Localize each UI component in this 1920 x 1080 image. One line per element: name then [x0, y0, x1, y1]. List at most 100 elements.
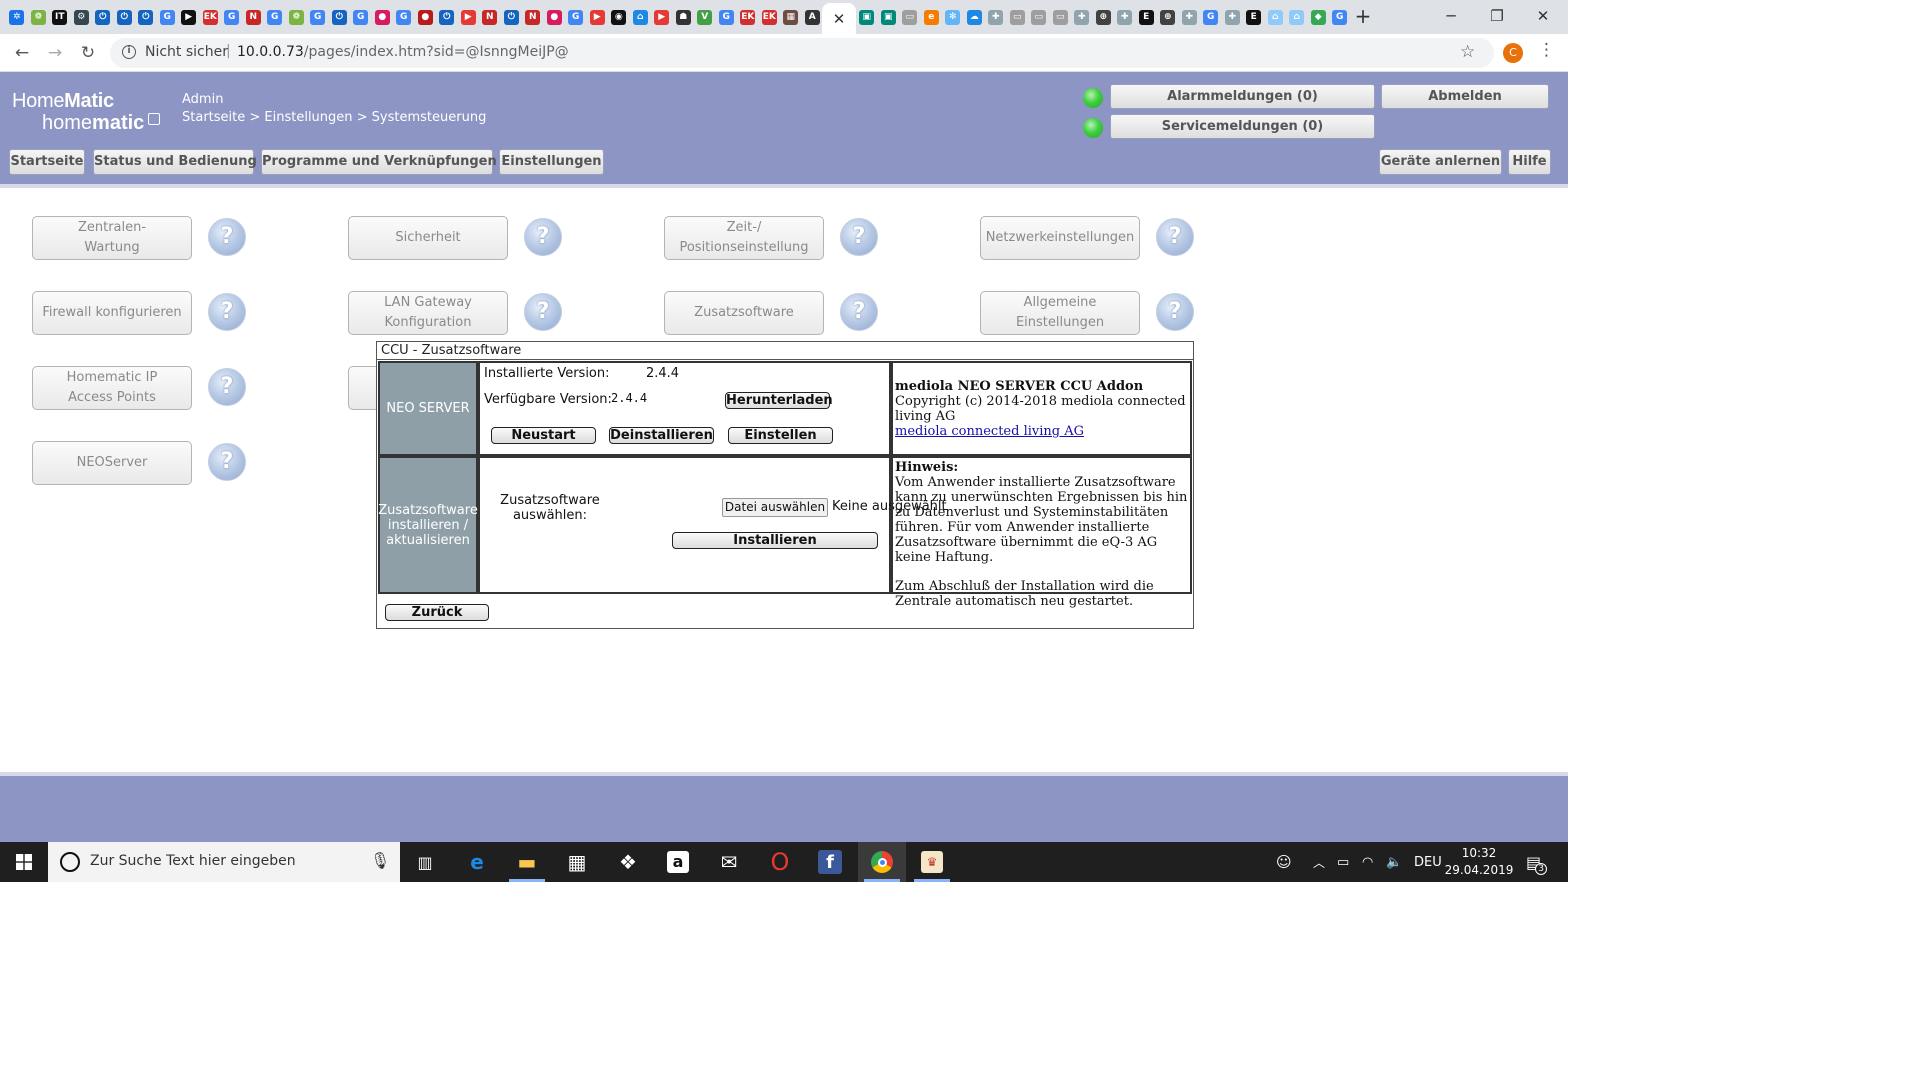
- browser-tab[interactable]: G: [1329, 5, 1351, 29]
- browser-tab[interactable]: ▭: [1028, 5, 1050, 29]
- help-icon[interactable]: ?: [524, 293, 562, 331]
- browser-tab[interactable]: ❁: [286, 5, 308, 29]
- install-button[interactable]: Installieren: [672, 532, 878, 549]
- facebook-icon[interactable]: f: [806, 842, 854, 882]
- browser-tab[interactable]: ⌂: [1265, 5, 1287, 29]
- browser-tab[interactable]: ▦: [780, 5, 802, 29]
- browser-tab[interactable]: ✚: [1071, 5, 1093, 29]
- help-icon[interactable]: ?: [1156, 218, 1194, 256]
- amazon-icon[interactable]: a: [654, 842, 702, 882]
- url-text[interactable]: 10.0.0.73/pages/index.htm?sid=@IsnngMeiJ…: [237, 44, 569, 60]
- download-button[interactable]: Herunterladen: [725, 392, 833, 409]
- logout-button[interactable]: Abmelden: [1381, 84, 1549, 109]
- people-icon[interactable]: ☺: [1276, 842, 1292, 882]
- browser-tab[interactable]: G: [157, 5, 179, 29]
- browser-tab[interactable]: EK: [759, 5, 781, 29]
- browser-tab[interactable]: ⌂: [630, 5, 652, 29]
- homematic-ip-access-points-button[interactable]: Homematic IP Access Points: [32, 366, 192, 410]
- browser-tab[interactable]: ✚: [1114, 5, 1136, 29]
- microphone-icon[interactable]: 🎙: [370, 851, 390, 870]
- browser-tab[interactable]: EK: [737, 5, 759, 29]
- browser-tab[interactable]: N: [479, 5, 501, 29]
- store-icon[interactable]: ▦: [553, 842, 601, 882]
- wifi-icon[interactable]: ◠: [1362, 842, 1373, 882]
- browser-tab[interactable]: ▭: [1007, 5, 1029, 29]
- reload-icon[interactable]: ↻: [76, 42, 100, 64]
- browser-menu-icon[interactable]: ⋮: [1538, 40, 1555, 60]
- browser-tab[interactable]: V: [694, 5, 716, 29]
- menu-programme[interactable]: Programme und Verknüpfungen: [261, 149, 497, 175]
- volume-icon[interactable]: 🔈: [1386, 842, 1402, 882]
- browser-tab[interactable]: ⊕: [1157, 5, 1179, 29]
- task-view-icon[interactable]: ▥: [401, 842, 449, 882]
- lan-gateway-button[interactable]: LAN Gateway Konfiguration: [348, 291, 508, 335]
- browser-tab[interactable]: ✻: [942, 5, 964, 29]
- taskbar-search[interactable]: Zur Suche Text hier eingeben 🎙: [48, 842, 400, 882]
- browser-tab[interactable]: EK: [200, 5, 222, 29]
- bookmark-star-icon[interactable]: ☆: [1460, 42, 1475, 62]
- browser-tab[interactable]: ⏻: [114, 5, 136, 29]
- browser-tab[interactable]: ▶: [458, 5, 480, 29]
- menu-geraete-anlernen[interactable]: Geräte anlernen: [1379, 149, 1502, 175]
- browser-tab[interactable]: ✚: [1179, 5, 1201, 29]
- new-tab-button[interactable]: +: [1352, 5, 1374, 29]
- zentralen-wartung-button[interactable]: Zentralen- Wartung: [32, 216, 192, 260]
- security-label[interactable]: Nicht sicher: [145, 44, 228, 60]
- allgemeine-einstellungen-button[interactable]: Allgemeine Einstellungen: [980, 291, 1140, 335]
- help-icon[interactable]: ?: [208, 218, 246, 256]
- tray-chevron-icon[interactable]: ︿: [1313, 842, 1325, 882]
- dropbox-icon[interactable]: ❖: [604, 842, 652, 882]
- firewall-button[interactable]: Firewall konfigurieren: [32, 291, 192, 335]
- browser-tab[interactable]: ❁: [28, 5, 50, 29]
- browser-tab[interactable]: E: [1136, 5, 1158, 29]
- back-button[interactable]: Zurück: [385, 604, 489, 621]
- browser-tab[interactable]: ▶: [178, 5, 200, 29]
- browser-tab[interactable]: G: [1200, 5, 1222, 29]
- alarm-messages-button[interactable]: Alarmmeldungen (0): [1110, 84, 1375, 109]
- restart-button[interactable]: Neustart: [491, 427, 596, 444]
- url-bar[interactable]: i Nicht sicher | 10.0.0.73/pages/index.h…: [110, 38, 1494, 68]
- help-icon[interactable]: ?: [840, 293, 878, 331]
- clock[interactable]: 10:32 29.04.2019: [1442, 845, 1516, 879]
- browser-tab[interactable]: ◉: [608, 5, 630, 29]
- language-indicator[interactable]: DEU: [1414, 842, 1442, 882]
- menu-status-bedienung[interactable]: Status und Bedienung: [93, 149, 257, 175]
- neo-app-icon[interactable]: ♛: [908, 842, 956, 882]
- browser-tab[interactable]: G: [264, 5, 286, 29]
- browser-tab[interactable]: N: [522, 5, 544, 29]
- tab-close-icon[interactable]: ✕: [833, 10, 846, 28]
- battery-icon[interactable]: ▭: [1337, 842, 1349, 882]
- browser-tab[interactable]: ☗: [673, 5, 695, 29]
- browser-tab[interactable]: ◆: [1308, 5, 1330, 29]
- browser-tab[interactable]: ⚙: [71, 5, 93, 29]
- netzwerkeinstellungen-button[interactable]: Netzwerkeinstellungen: [980, 216, 1140, 260]
- close-window-button[interactable]: ✕: [1520, 0, 1566, 32]
- browser-tab[interactable]: N: [243, 5, 265, 29]
- browser-tab[interactable]: ⏻: [436, 5, 458, 29]
- active-tab[interactable]: ✕: [822, 3, 856, 34]
- browser-tab[interactable]: ⏻: [329, 5, 351, 29]
- browser-tab[interactable]: E: [1243, 5, 1265, 29]
- opera-icon[interactable]: O: [756, 842, 804, 882]
- browser-tab[interactable]: ▣: [878, 5, 900, 29]
- browser-tab[interactable]: G: [393, 5, 415, 29]
- browser-tab[interactable]: ⏻: [92, 5, 114, 29]
- choose-file-button[interactable]: Datei auswählen: [722, 498, 828, 517]
- browser-tab[interactable]: ▶: [587, 5, 609, 29]
- browser-tab[interactable]: ▭: [1050, 5, 1072, 29]
- browser-tab[interactable]: ●: [372, 5, 394, 29]
- browser-tab[interactable]: ☁: [964, 5, 986, 29]
- forward-icon[interactable]: →: [43, 42, 67, 64]
- browser-tab[interactable]: ✚: [985, 5, 1007, 29]
- help-icon[interactable]: ?: [208, 368, 246, 406]
- help-icon[interactable]: ?: [1156, 293, 1194, 331]
- service-messages-button[interactable]: Servicemeldungen (0): [1110, 114, 1375, 139]
- browser-tab[interactable]: G: [350, 5, 372, 29]
- menu-startseite[interactable]: Startseite: [9, 149, 85, 175]
- browser-tab[interactable]: e: [921, 5, 943, 29]
- browser-tab[interactable]: G: [221, 5, 243, 29]
- help-icon[interactable]: ?: [208, 443, 246, 481]
- browser-tab[interactable]: G: [307, 5, 329, 29]
- browser-tab[interactable]: ⌂: [1286, 5, 1308, 29]
- back-icon[interactable]: ←: [10, 42, 34, 64]
